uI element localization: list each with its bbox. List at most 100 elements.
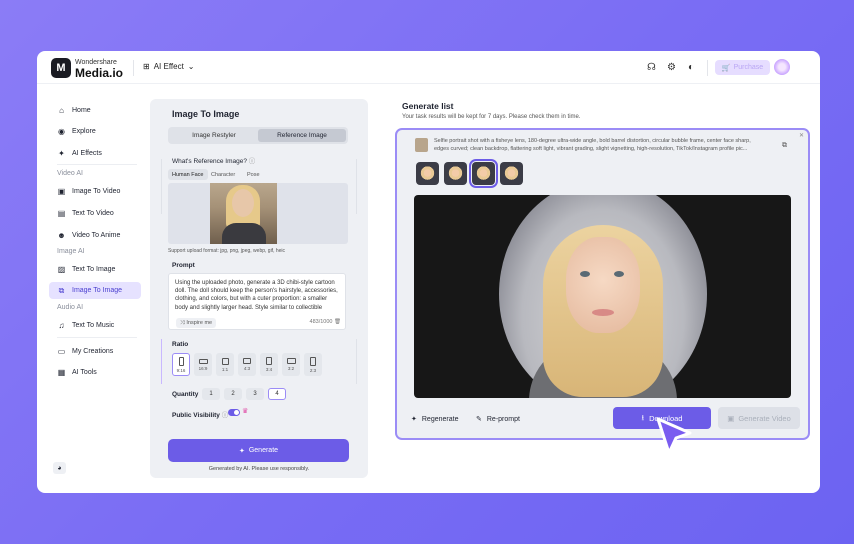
anime-icon: ☻ xyxy=(57,231,66,240)
ai-effect-dropdown[interactable]: ⊞ AI Effect ⌄ xyxy=(143,62,195,71)
ratio-shape xyxy=(266,357,272,365)
section-video-ai: Video AI xyxy=(57,170,83,177)
sidebar-item-label: Image To Video xyxy=(72,188,121,195)
sidebar-item-label: AI Tools xyxy=(72,369,97,376)
sidebar-item-text-to-video[interactable]: ▤ Text To Video xyxy=(49,205,141,222)
reference-photo xyxy=(210,183,277,244)
ratio-text: 3:2 xyxy=(287,366,295,371)
sidebar-item-text-to-music[interactable]: ♫ Text To Music xyxy=(49,317,141,334)
tab-human-face[interactable]: Human Face xyxy=(168,169,208,180)
ratio-2-3[interactable]: 2:3 xyxy=(304,353,322,376)
ratio-9-16[interactable]: 9:16 xyxy=(172,353,190,376)
result-thumbnail[interactable] xyxy=(416,162,439,185)
prompt-label: Prompt xyxy=(172,262,195,269)
sidebar-item-label: My Creations xyxy=(72,348,114,355)
headset-icon[interactable]: ☊ xyxy=(647,62,656,73)
purchase-label: Purchase xyxy=(733,64,764,71)
photo-body xyxy=(222,223,266,244)
quantity-1[interactable]: 1 xyxy=(202,388,220,400)
close-icon[interactable]: ✕ xyxy=(799,132,804,139)
ratio-shape xyxy=(286,358,296,364)
ratio-1-1[interactable]: 1:1 xyxy=(216,353,234,376)
sidebar-item-label: Text To Music xyxy=(72,322,115,329)
generate-video-button[interactable]: ▣ Generate Video xyxy=(718,407,800,429)
gear-icon[interactable]: ⚙ xyxy=(667,62,676,73)
generate-list-subtitle: Your task results will be kept for 7 day… xyxy=(402,114,581,120)
generate-list-title: Generate list xyxy=(402,101,454,111)
discord-icon[interactable]: ◕ xyxy=(53,462,66,474)
public-visibility-toggle[interactable] xyxy=(228,409,240,416)
sidebar-item-label: Text To Image xyxy=(72,266,116,273)
sidebar-item-my-creations[interactable]: ▭ My Creations xyxy=(49,343,141,360)
media-io-logo[interactable]: M xyxy=(51,58,71,78)
reprompt-button[interactable]: ✎ Re-prompt xyxy=(476,415,520,424)
sidebar-item-ai-tools[interactable]: ▦ AI Tools xyxy=(49,364,141,381)
purchase-button[interactable]: 🛒 Purchase xyxy=(715,60,770,75)
generate-button[interactable]: ✦ Generate xyxy=(168,439,349,462)
inspire-label: Inspire me xyxy=(186,320,213,326)
sidebar-item-home[interactable]: ⌂ Home xyxy=(49,102,141,119)
compass-icon: ◉ xyxy=(58,127,65,136)
sparkle-icon: ✦ xyxy=(411,416,417,423)
divider xyxy=(57,164,137,165)
trash-icon[interactable]: 🗑 xyxy=(334,319,341,325)
prompt-text[interactable]: Using the uploaded photo, generate a 3D … xyxy=(175,279,339,311)
result-image-viewer xyxy=(414,195,791,398)
reprompt-label: Re-prompt xyxy=(486,415,520,423)
tab-character[interactable]: Character xyxy=(207,169,239,180)
home-icon: ⌂ xyxy=(59,106,64,115)
sidebar-item-ai-effects[interactable]: ✦ AI Effects xyxy=(49,145,141,162)
sidebar: ⌂ Home ◉ Explore ✦ AI Effects Video AI ▣ Ima… xyxy=(49,97,143,482)
quantity-3[interactable]: 3 xyxy=(246,388,264,400)
tab-reference-image[interactable]: Reference Image xyxy=(258,129,346,142)
theme-toggle-icon[interactable]: ◐ xyxy=(688,62,694,73)
cart-icon: 🛒 xyxy=(721,64,731,72)
top-bar: M Wondershare Media.io ⊞ AI Effect ⌄ ☊ ⚙… xyxy=(37,51,820,84)
copy-icon[interactable]: ⧉ xyxy=(782,142,787,150)
visibility-text: Public Visibility xyxy=(172,412,220,419)
sparkle-icon: ✦ xyxy=(238,447,245,455)
reference-upload-area[interactable] xyxy=(168,183,348,244)
regenerate-button[interactable]: ✦ Regenerate xyxy=(411,415,458,424)
ratio-label: Ratio xyxy=(172,341,189,348)
video-icon: ▣ xyxy=(57,187,66,196)
prompt-textarea[interactable]: Using the uploaded photo, generate a 3D … xyxy=(168,273,346,330)
sidebar-item-explore[interactable]: ◉ Explore xyxy=(49,123,141,140)
chevron-down-icon: ⌄ xyxy=(187,62,195,71)
quantity-4[interactable]: 4 xyxy=(268,388,286,400)
result-thumbnail-selected[interactable] xyxy=(469,159,498,188)
app-window: M Wondershare Media.io ⊞ AI Effect ⌄ ☊ ⚙… xyxy=(37,51,820,493)
portrait-face xyxy=(566,237,640,333)
sidebar-item-text-to-image[interactable]: ▨ Text To Image xyxy=(49,261,141,278)
tab-image-restyler[interactable]: Image Restyler xyxy=(170,129,258,142)
sidebar-item-video-to-anime[interactable]: ☻ Video To Anime xyxy=(49,227,141,244)
photo-face xyxy=(232,189,254,217)
edit-icon: ✎ xyxy=(476,416,482,423)
ref-question-text: What's Reference Image? xyxy=(172,158,247,165)
sidebar-item-image-to-video[interactable]: ▣ Image To Video xyxy=(49,183,141,200)
sidebar-item-label: Video To Anime xyxy=(72,232,121,239)
visibility-label: Public Visibility ⓘ xyxy=(172,409,228,419)
ratio-3-4[interactable]: 3:4 xyxy=(260,353,278,376)
result-thumbnails xyxy=(416,159,523,188)
ratio-4-3[interactable]: 4:3 xyxy=(238,353,256,376)
tab-pose[interactable]: Pose xyxy=(243,169,264,180)
sidebar-item-label: Text To Video xyxy=(72,210,114,217)
sidebar-item-label: Explore xyxy=(72,128,96,135)
result-thumbnail[interactable] xyxy=(500,162,523,185)
sparkle-icon: ✦ xyxy=(58,149,65,158)
sidebar-item-image-to-image[interactable]: ⧉ Image To Image xyxy=(49,282,141,299)
avatar[interactable] xyxy=(774,59,790,75)
ratio-16-9[interactable]: 16:9 xyxy=(194,353,212,376)
sidebar-item-label: AI Effects xyxy=(72,150,102,157)
inspire-me-button[interactable]: ⤨ Inspire me xyxy=(176,318,217,328)
video-icon: ▣ xyxy=(727,413,735,423)
ref-question-label: What's Reference Image? ⓘ xyxy=(172,155,255,165)
ratio-3-2[interactable]: 3:2 xyxy=(282,353,300,376)
result-thumbnail[interactable] xyxy=(444,162,467,185)
panel-title: Image To Image xyxy=(172,109,240,119)
quantity-2[interactable]: 2 xyxy=(224,388,242,400)
image-icon: ▨ xyxy=(57,265,66,274)
help-icon[interactable]: ⓘ xyxy=(249,158,256,165)
grid-icon: ⊞ xyxy=(143,62,150,71)
